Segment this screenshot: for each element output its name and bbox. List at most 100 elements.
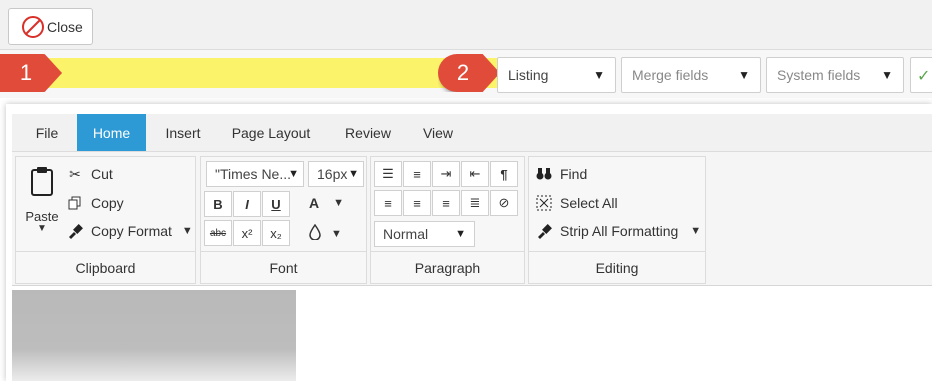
copy-label: Copy xyxy=(91,195,124,211)
binoculars-icon xyxy=(535,165,553,183)
align-left-icon[interactable]: ≡ xyxy=(374,190,402,216)
bullet-list-icon[interactable]: ☰ xyxy=(374,161,402,187)
system-fields-label: System fields xyxy=(777,67,861,83)
check-icon: ✓ xyxy=(917,68,931,85)
tab-home[interactable]: Home xyxy=(77,114,146,151)
caret-down-icon: ▼ xyxy=(738,68,750,82)
merge-fields-label: Merge fields xyxy=(632,67,709,83)
italic-button[interactable]: I xyxy=(233,191,261,217)
close-button[interactable]: Close xyxy=(8,8,93,45)
underline-label: U xyxy=(271,196,281,212)
find-button[interactable]: Find xyxy=(535,165,587,183)
clipboard-group-label: Clipboard xyxy=(16,251,195,283)
copy-format-button[interactable]: Copy Format ▼ xyxy=(66,222,193,240)
clipboard-group: Paste ▼ ✂ Cut Copy Copy Format ▼ Clipboa… xyxy=(15,156,196,284)
select-all-label: Select All xyxy=(560,195,618,211)
editing-group-label: Editing xyxy=(529,251,705,283)
paragraph-group-label: Paragraph xyxy=(371,251,524,283)
font-color-button[interactable]: A ▼ xyxy=(309,195,344,211)
paragraph-mark-icon[interactable]: ¶ xyxy=(490,161,518,187)
tab-review[interactable]: Review xyxy=(330,114,406,151)
font-size-value: 16px xyxy=(317,166,348,182)
superscript-label: x² xyxy=(241,225,253,241)
tab-label: File xyxy=(35,124,59,141)
caret-down-icon: ▼ xyxy=(881,68,893,82)
strikethrough-button[interactable]: abc xyxy=(204,220,232,246)
name-input[interactable] xyxy=(30,58,500,88)
underline-button[interactable]: U xyxy=(262,191,290,217)
caret-down-icon: ▼ xyxy=(333,197,345,209)
bold-button[interactable]: B xyxy=(204,191,232,217)
paste-button[interactable]: Paste ▼ xyxy=(24,165,60,234)
droplet-icon xyxy=(309,223,321,243)
align-right-icon[interactable]: ≡ xyxy=(432,190,460,216)
superscript-button[interactable]: x² xyxy=(233,220,261,246)
tab-label: View xyxy=(422,124,454,141)
font-group: "Times Ne... ▼ 16px ▼ B I U A ▼ abc x² x… xyxy=(200,156,367,284)
editing-group: Find Select All Strip All Formatting ▼ E… xyxy=(528,156,706,284)
align-center-icon[interactable]: ≡ xyxy=(403,190,431,216)
copy-icon xyxy=(66,194,84,212)
paragraph-style-select[interactable]: Normal ▼ xyxy=(374,221,475,247)
font-family-value: "Times Ne... xyxy=(215,166,292,182)
font-color-label: A xyxy=(309,195,320,211)
caret-down-icon: ▼ xyxy=(37,223,47,234)
caret-down-icon: ▼ xyxy=(288,168,299,180)
cut-button[interactable]: ✂ Cut xyxy=(66,165,113,183)
tab-label: Page Layout xyxy=(231,124,311,141)
ribbon-home: Paste ▼ ✂ Cut Copy Copy Format ▼ Clipboa… xyxy=(12,152,932,286)
listing-dropdown[interactable]: Listing ▼ xyxy=(497,57,616,93)
copy-format-label: Copy Format xyxy=(91,223,172,239)
justify-icon[interactable]: ≣ xyxy=(461,190,489,216)
tab-label: Home xyxy=(92,124,131,141)
paste-label: Paste xyxy=(25,209,59,224)
font-family-select[interactable]: "Times Ne... ▼ xyxy=(206,161,304,187)
copy-button[interactable]: Copy xyxy=(66,194,124,212)
confirm-button[interactable]: ✓ xyxy=(910,57,932,93)
font-size-select[interactable]: 16px ▼ xyxy=(308,161,364,187)
system-fields-dropdown[interactable]: System fields ▼ xyxy=(766,57,904,93)
strikethrough-label: abc xyxy=(209,227,227,239)
callout-number: 2 xyxy=(456,60,470,85)
outdent-icon[interactable]: ⇤ xyxy=(461,161,489,187)
subscript-label: x₂ xyxy=(270,225,282,241)
subscript-button[interactable]: x₂ xyxy=(262,220,290,246)
merge-fields-dropdown[interactable]: Merge fields ▼ xyxy=(621,57,761,93)
caret-down-icon: ▼ xyxy=(690,225,702,237)
cut-label: Cut xyxy=(91,166,113,182)
bold-label: B xyxy=(213,196,223,212)
tab-file[interactable]: File xyxy=(22,114,72,151)
clipboard-icon xyxy=(31,167,53,196)
paragraph-style-value: Normal xyxy=(383,226,429,242)
ribbon-tabs: File Home Insert Page Layout Review View xyxy=(12,114,932,152)
tab-page-layout[interactable]: Page Layout xyxy=(220,114,322,151)
tab-label: Review xyxy=(345,124,391,141)
no-entry-icon xyxy=(22,15,44,38)
rich-text-editor: File Home Insert Page Layout Review View… xyxy=(6,104,932,381)
italic-label: I xyxy=(245,196,249,212)
caret-down-icon: ▼ xyxy=(348,168,359,180)
scissors-icon: ✂ xyxy=(69,165,81,182)
background-color-button[interactable]: ▼ xyxy=(309,223,342,243)
clear-alignment-icon[interactable]: ⊘ xyxy=(490,190,518,216)
caret-down-icon: ▼ xyxy=(593,68,605,82)
select-all-button[interactable]: Select All xyxy=(535,194,618,212)
tab-label: Insert xyxy=(165,124,201,141)
font-group-label: Font xyxy=(201,251,366,283)
callout-number: 1 xyxy=(19,60,33,85)
caret-down-icon: ▼ xyxy=(455,228,466,240)
top-toolbar: Close xyxy=(0,0,932,50)
select-all-icon xyxy=(535,194,553,212)
app-window: Close 1 2 Listing ▼ Merge fields ▼ Syste… xyxy=(0,0,932,381)
eraser-icon xyxy=(535,222,553,240)
strip-formatting-button[interactable]: Strip All Formatting ▼ xyxy=(535,222,701,240)
brush-icon xyxy=(66,222,84,240)
paragraph-group: ☰ ≡ ⇥ ⇤ ¶ ≡ ≡ ≡ ≣ ⊘ Normal ▼ Paragraph xyxy=(370,156,525,284)
close-button-label: Close xyxy=(47,18,83,35)
tab-insert[interactable]: Insert xyxy=(152,114,214,151)
find-label: Find xyxy=(560,166,588,182)
listing-dropdown-value: Listing xyxy=(508,67,549,83)
indent-icon[interactable]: ⇥ xyxy=(432,161,460,187)
tab-view[interactable]: View xyxy=(412,114,464,151)
numbered-list-icon[interactable]: ≡ xyxy=(403,161,431,187)
